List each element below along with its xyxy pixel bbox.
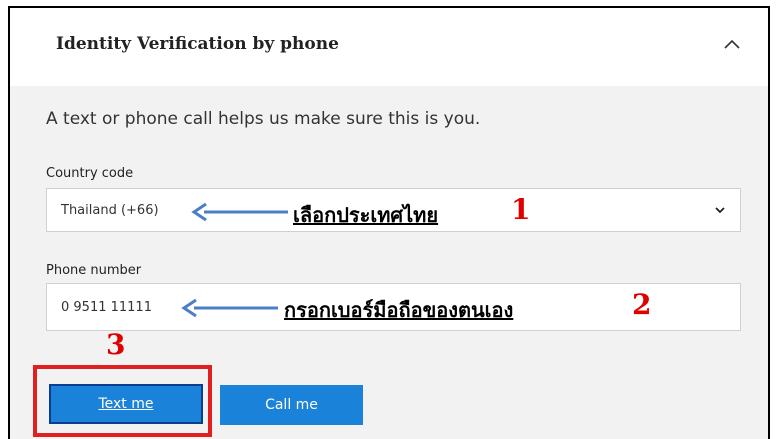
annotation-step2-number: 2 (632, 288, 652, 321)
highlight-box (33, 365, 212, 437)
annotation-step3-number: 3 (106, 328, 126, 361)
annotation-arrow-2 (181, 298, 278, 318)
call-me-button[interactable]: Call me (220, 385, 363, 425)
annotation-step1-number: 1 (511, 193, 531, 226)
chevron-up-icon[interactable] (722, 34, 742, 54)
country-code-label: Country code (46, 166, 134, 181)
phone-number-value: 0 9511 11111 (61, 300, 152, 315)
chevron-down-icon (715, 207, 725, 214)
country-code-value: Thailand (+66) (61, 203, 159, 218)
annotation-arrow-1 (191, 202, 288, 222)
annotation-step2-text: กรอกเบอร์มือถือของตนเอง (284, 298, 514, 322)
phone-number-label: Phone number (46, 263, 142, 278)
annotation-step1-text: เลือกประเทศไทย (293, 203, 439, 227)
intro-text: A text or phone call helps us make sure … (46, 109, 481, 129)
panel-header[interactable]: Identity Verification by phone (10, 8, 768, 86)
panel-title: Identity Verification by phone (56, 34, 339, 54)
